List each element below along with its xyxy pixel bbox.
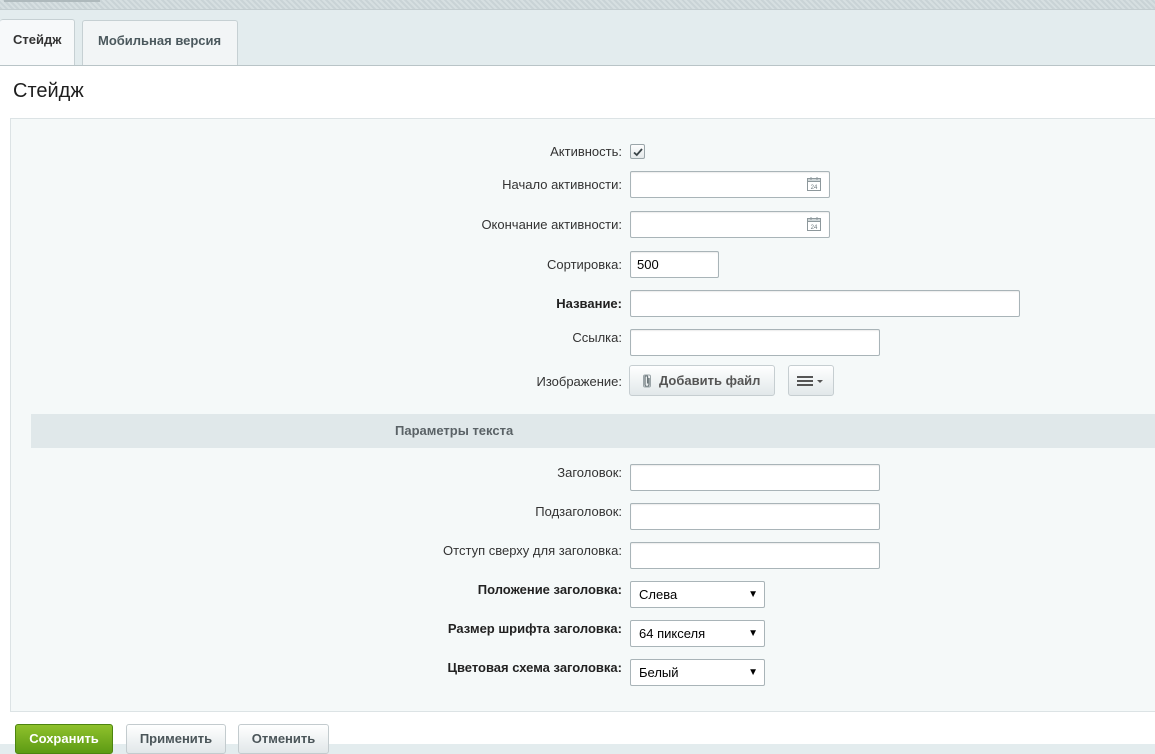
paperclip-icon <box>643 374 651 388</box>
cancel-button[interactable]: Отменить <box>238 724 329 754</box>
active-from-input[interactable] <box>630 171 830 198</box>
title-position-label: Положение заголовка: <box>477 582 622 597</box>
check-icon <box>633 148 643 157</box>
dropdown-arrow-icon: ▼ <box>748 628 758 639</box>
save-button[interactable]: Сохранить <box>15 724 113 754</box>
active-to-label: Окончание активности: <box>481 217 622 232</box>
dropdown-arrow-icon: ▼ <box>748 589 758 600</box>
active-to-input[interactable] <box>630 211 830 238</box>
title-position-select[interactable]: Слева ▼ <box>630 581 765 608</box>
active-from-label: Начало активности: <box>502 177 622 192</box>
add-file-label: Добавить файл <box>659 373 761 388</box>
title-font-size-label: Размер шрифта заголовка: <box>447 621 622 636</box>
name-input[interactable] <box>630 290 1020 317</box>
apply-button[interactable]: Применить <box>126 724 226 754</box>
tab-mobile-version[interactable]: Мобильная версия <box>82 20 238 66</box>
link-label: Ссылка: <box>572 330 622 345</box>
image-label: Изображение: <box>536 374 622 389</box>
menu-icon <box>797 376 823 386</box>
activity-checkbox[interactable] <box>630 144 645 159</box>
title-offset-label: Отступ сверху для заголовка: <box>443 543 622 558</box>
calendar-icon-text: 24 <box>811 225 818 231</box>
calendar-icon[interactable]: 24 <box>807 177 821 191</box>
calendar-icon-text: 24 <box>811 185 818 191</box>
top-strip-nub <box>4 0 100 2</box>
file-menu-button[interactable] <box>788 365 834 396</box>
title-label: Заголовок: <box>557 465 622 480</box>
page-title: Стейдж <box>13 80 84 102</box>
link-input[interactable] <box>630 329 880 356</box>
tab-stage[interactable]: Стейдж <box>0 19 75 69</box>
title-font-size-value: 64 пикселя <box>639 626 706 641</box>
sort-input[interactable] <box>630 251 719 278</box>
title-font-size-select[interactable]: 64 пикселя ▼ <box>630 620 765 647</box>
text-params-header: Параметры текста <box>31 414 1155 448</box>
add-file-button[interactable]: Добавить файл <box>629 365 775 396</box>
form-buttons: Сохранить Применить Отменить <box>0 658 1155 754</box>
activity-label: Активность: <box>550 144 622 159</box>
content-area: Стейдж Активность: Начало активности: 24… <box>0 65 1155 744</box>
subtitle-label: Подзаголовок: <box>535 504 622 519</box>
name-label: Название: <box>556 296 622 311</box>
tab-bar: Стейдж Мобильная версия <box>0 10 1155 69</box>
sort-label: Сортировка: <box>547 257 622 272</box>
title-input[interactable] <box>630 464 880 491</box>
subtitle-input[interactable] <box>630 503 880 530</box>
title-position-value: Слева <box>639 587 678 602</box>
form-panel: Активность: Начало активности: 24 Оконча… <box>10 118 1155 712</box>
top-strip <box>0 0 1155 10</box>
calendar-icon[interactable]: 24 <box>807 217 821 231</box>
title-offset-input[interactable] <box>630 542 880 569</box>
